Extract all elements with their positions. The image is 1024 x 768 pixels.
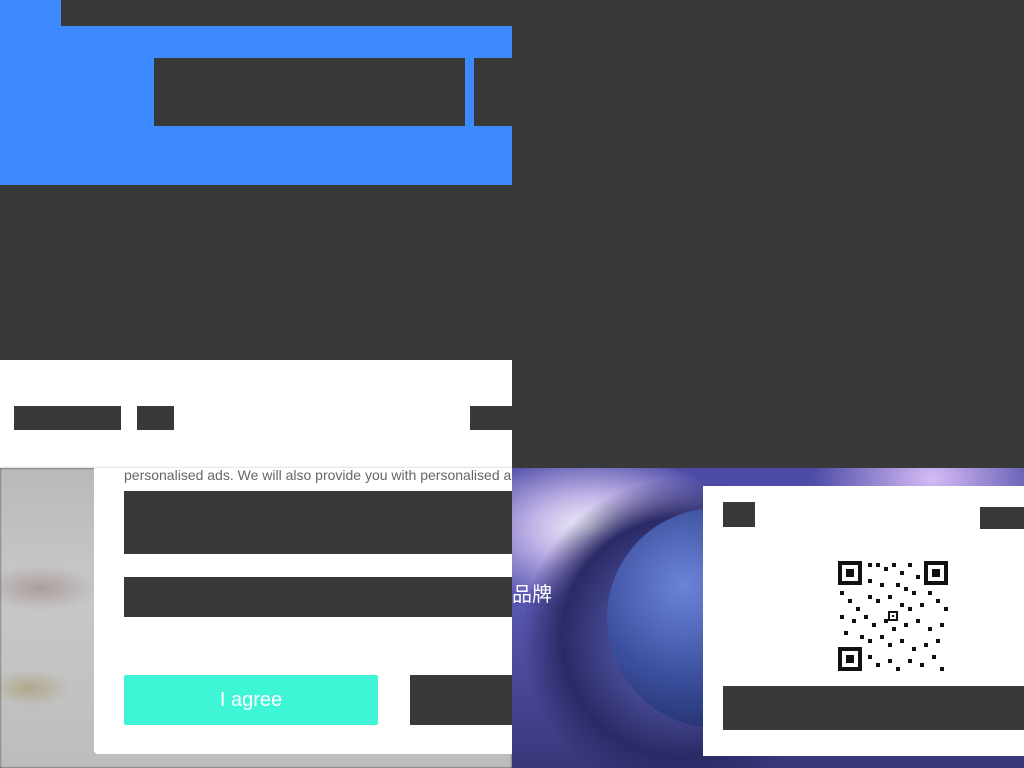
redacted-nav-item-1[interactable] [14, 406, 121, 430]
redacted-nav-item-2[interactable] [137, 406, 174, 430]
promo-brand-text: 品牌 [512, 582, 552, 606]
consent-text: personalised ads. We will also provide y… [124, 468, 512, 483]
qr-card [703, 486, 1024, 756]
consent-dialog: personalised ads. We will also provide y… [94, 468, 512, 754]
redacted-secondary-button[interactable] [410, 675, 512, 725]
redacted-header-block-2 [474, 58, 512, 126]
redacted-top-bar [61, 0, 512, 26]
redacted-card-title [723, 502, 755, 527]
qr-code-icon [838, 561, 948, 671]
redacted-close-control[interactable] [980, 507, 1024, 529]
redacted-consent-block-1 [124, 491, 512, 554]
redacted-nav-item-3[interactable] [470, 406, 512, 430]
redacted-header-block-1 [154, 58, 465, 126]
redacted-consent-block-2[interactable] [124, 577, 512, 617]
agree-button[interactable]: I agree [124, 675, 378, 725]
top-left-banner-corner [0, 0, 61, 26]
redacted-card-action[interactable] [723, 686, 1024, 730]
